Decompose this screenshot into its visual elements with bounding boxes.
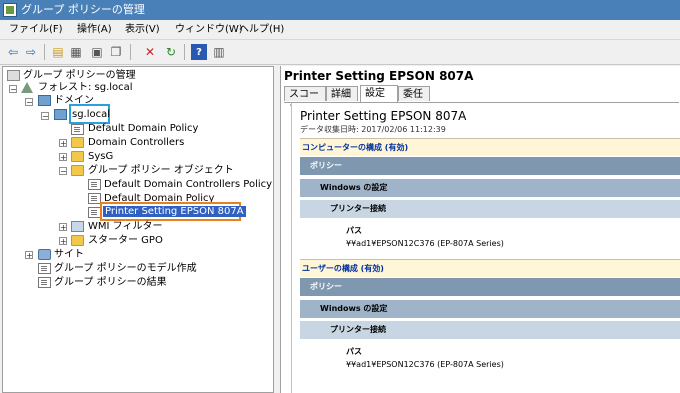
window-title: グループ ポリシーの管理: [21, 3, 145, 16]
collapse-icon[interactable]: −: [41, 112, 49, 121]
gpmc-root-icon: [7, 70, 20, 81]
collapse-icon[interactable]: −: [59, 167, 67, 176]
menu-action[interactable]: 操作(A): [74, 22, 115, 37]
tree-sites[interactable]: サイト: [54, 248, 84, 261]
user-windows-settings-header[interactable]: Windows の設定: [300, 300, 680, 318]
user-printer-path: ¥¥ad1¥EPSON12C376 (EP-807A Series): [346, 360, 504, 369]
results-icon: [38, 277, 51, 288]
tree-domain-controllers[interactable]: Domain Controllers: [88, 136, 184, 149]
user-path-label: パス: [346, 347, 362, 356]
domains-icon: [38, 95, 51, 106]
copy-icon[interactable]: ❐: [108, 44, 124, 60]
computer-printer-connections-header[interactable]: プリンター接続: [300, 200, 680, 218]
sites-icon: [38, 249, 51, 260]
gpo-link-icon: [71, 124, 84, 135]
tree-gpo-item[interactable]: Default Domain Controllers Policy: [104, 178, 272, 191]
report-gpo-name: Printer Setting EPSON 807A: [300, 109, 467, 123]
tree-domain-sg-local[interactable]: sg.local: [72, 108, 110, 121]
details-pane: Printer Setting EPSON 807A スコープ 詳細 設定 委任…: [280, 66, 680, 393]
menu-file[interactable]: ファイル(F): [6, 22, 66, 37]
collapse-icon[interactable]: −: [25, 98, 33, 107]
tree-sysg[interactable]: SysG: [88, 150, 113, 163]
computer-policies-header[interactable]: ポリシー: [300, 157, 680, 175]
forward-arrow-icon[interactable]: ⇨: [23, 44, 39, 60]
tree-wmi-filters[interactable]: WMI フィルター: [88, 220, 162, 233]
show-pane-icon[interactable]: ▦: [68, 44, 84, 60]
user-printer-connections-header[interactable]: プリンター接続: [300, 321, 680, 339]
settings-report: Printer Setting EPSON 807A データ収集日時: 2017…: [291, 103, 680, 393]
back-arrow-icon[interactable]: ⇦: [5, 44, 21, 60]
modeling-icon: [38, 263, 51, 274]
up-folder-icon[interactable]: ▤: [50, 44, 66, 60]
menu-help[interactable]: ヘルプ(H): [236, 22, 287, 37]
starter-gpo-folder-icon: [71, 235, 84, 246]
gpmc-app-icon: [3, 3, 17, 17]
tree-results[interactable]: グループ ポリシーの結果: [54, 276, 167, 289]
computer-windows-settings-header[interactable]: Windows の設定: [300, 179, 680, 197]
selected-gpo-label: Printer Setting EPSON 807A: [103, 206, 246, 217]
refresh-icon[interactable]: ↻: [163, 44, 179, 60]
tree-default-domain-policy-link[interactable]: Default Domain Policy: [88, 122, 198, 135]
domain-icon: [54, 109, 67, 120]
computer-printer-path: ¥¥ad1¥EPSON12C376 (EP-807A Series): [346, 239, 504, 248]
expand-icon[interactable]: +: [59, 139, 67, 148]
toolbar: ⇦ ⇨ ▤ ▦ ▣ ❐ ✕ ↻ ? ▥: [0, 40, 680, 65]
expand-icon[interactable]: +: [59, 223, 67, 232]
tree-gpo-item-selected[interactable]: Printer Setting EPSON 807A: [103, 205, 246, 218]
title-bar: グループ ポリシーの管理: [0, 0, 680, 20]
tree-forest[interactable]: フォレスト: sg.local: [38, 81, 133, 94]
wmi-filter-icon: [71, 221, 84, 232]
gpo-icon: [88, 179, 101, 190]
tree-modeling[interactable]: グループ ポリシーのモデル作成: [54, 262, 197, 275]
ou-folder-icon: [71, 137, 84, 148]
ou-folder-icon: [71, 151, 84, 162]
tab-settings[interactable]: 設定: [360, 85, 398, 102]
report-collected-date: データ収集日時: 2017/02/06 11:12:39: [300, 125, 446, 134]
details-title: Printer Setting EPSON 807A: [284, 69, 474, 83]
menu-window[interactable]: ウィンドウ(W): [172, 22, 246, 37]
delete-icon[interactable]: ✕: [142, 44, 158, 60]
help-icon[interactable]: ?: [191, 44, 207, 60]
expand-icon[interactable]: +: [25, 251, 33, 260]
computer-config-header[interactable]: コンピューターの構成 (有効): [300, 138, 680, 156]
properties-icon[interactable]: ▣: [89, 44, 105, 60]
tree-starter-gpo[interactable]: スターター GPO: [88, 234, 163, 247]
collapse-icon[interactable]: −: [9, 85, 17, 94]
tab-details[interactable]: 詳細: [326, 86, 358, 101]
tab-scope[interactable]: スコープ: [284, 86, 326, 115]
tree-pane: グループ ポリシーの管理 − フォレスト: sg.local − ドメイン − …: [2, 66, 274, 393]
expand-icon[interactable]: +: [59, 237, 67, 246]
gpo-folder-icon: [71, 165, 84, 176]
user-config-header[interactable]: ユーザーの構成 (有効): [300, 259, 680, 277]
user-policies-header[interactable]: ポリシー: [300, 278, 680, 296]
menu-view[interactable]: 表示(V): [122, 22, 163, 37]
menu-bar: ファイル(F) 操作(A) 表示(V) ウィンドウ(W) ヘルプ(H): [0, 20, 680, 40]
computer-path-label: パス: [346, 226, 362, 235]
forest-icon: [21, 82, 33, 93]
expand-icon[interactable]: +: [59, 153, 67, 162]
console-icon[interactable]: ▥: [211, 44, 227, 60]
tree-gpo-container[interactable]: グループ ポリシー オブジェクト: [88, 164, 234, 177]
tab-delegation[interactable]: 委任: [398, 86, 430, 101]
